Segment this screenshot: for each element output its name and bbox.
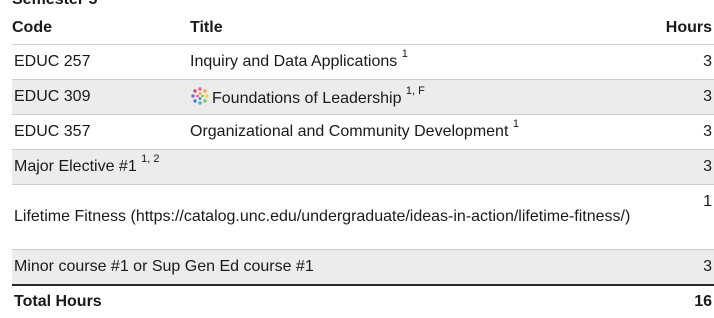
requirement-label: Major Elective #1 1, 2: [12, 149, 660, 185]
table-row: Minor course #1 or Sup Gen Ed course #1 …: [12, 249, 714, 285]
table-row: Lifetime Fitness (https://catalog.unc.ed…: [12, 184, 714, 250]
course-code-link[interactable]: EDUC 257: [12, 44, 190, 80]
table-row: EDUC 309 Foundations of Leadership 1, F: [12, 79, 714, 115]
total-hours: 16: [660, 284, 714, 318]
table-row: EDUC 357 Organizational and Community De…: [12, 114, 714, 150]
footnote-marker: 1: [401, 47, 408, 60]
course-hours: 3: [660, 149, 714, 185]
table-header-row: Code Title Hours: [12, 11, 714, 45]
course-hours: 3: [660, 114, 714, 150]
course-title: Inquiry and Data Applications 1: [190, 44, 660, 80]
course-title: Organizational and Community Development…: [190, 114, 660, 150]
requirement-label: Minor course #1 or Sup Gen Ed course #1: [12, 249, 660, 285]
course-title-text: Foundations of Leadership: [212, 90, 402, 107]
footnote-marker: 1, F: [405, 84, 425, 97]
total-label: Total Hours: [12, 284, 660, 318]
requirement-text: Major Elective #1: [14, 158, 137, 175]
course-title: Foundations of Leadership 1, F: [190, 79, 660, 115]
course-table: Code Title Hours EDUC 257 Inquiry and Da…: [12, 11, 714, 318]
lifetime-fitness-link[interactable]: Lifetime Fitness (https://catalog.unc.ed…: [12, 184, 660, 250]
ideas-in-action-focus-capacity-icon: [191, 87, 209, 105]
course-code-link[interactable]: EDUC 309: [12, 79, 190, 115]
footnote-marker: 1: [512, 117, 519, 130]
course-hours: 3: [660, 79, 714, 115]
semester-title: Semester 5: [12, 0, 97, 9]
course-title-text: Organizational and Community Development: [190, 123, 509, 140]
course-hours: 1: [660, 184, 714, 250]
course-code-link[interactable]: EDUC 357: [12, 114, 190, 150]
table-row: EDUC 257 Inquiry and Data Applications 1…: [12, 44, 714, 80]
table-row: Major Elective #1 1, 2 3: [12, 149, 714, 185]
header-title: Title: [190, 18, 223, 36]
header-hours: Hours: [665, 18, 712, 36]
header-code: Code: [12, 18, 52, 36]
footnote-marker: 1, 2: [141, 152, 160, 165]
course-hours: 3: [660, 249, 714, 285]
total-row: Total Hours 16: [12, 284, 714, 318]
course-title-text: Inquiry and Data Applications: [190, 53, 398, 70]
course-hours: 3: [660, 44, 714, 80]
